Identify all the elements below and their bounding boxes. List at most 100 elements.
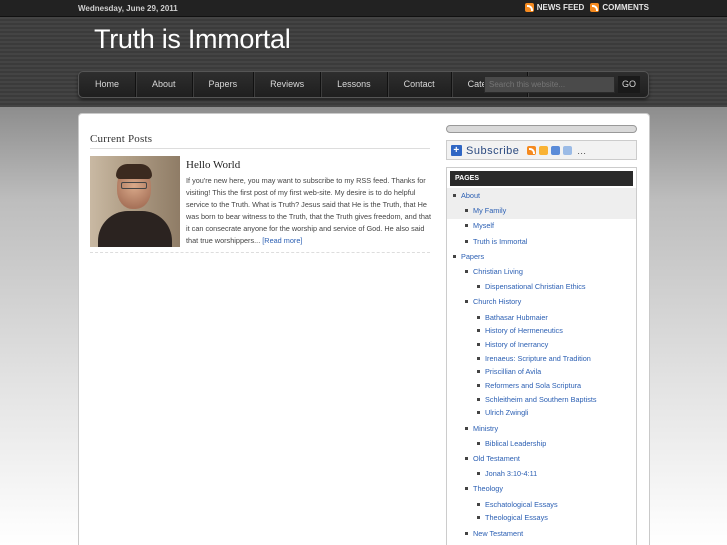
section-title: Current Posts [90, 133, 153, 145]
post-excerpt: If you're new here, you may want to subs… [186, 175, 432, 248]
page-link[interactable]: Church History [465, 295, 521, 308]
search-go-button[interactable]: GO [618, 76, 640, 93]
bullet-icon [477, 410, 480, 414]
subscribe-service-icons: ... [527, 146, 586, 156]
bullet-icon [477, 502, 480, 506]
nav-item-reviews[interactable]: Reviews [254, 72, 322, 97]
more-services: ... [577, 145, 587, 156]
page-link[interactable]: Dispensational Christian Ethics [477, 280, 586, 293]
page-link[interactable]: Schleitheim and Southern Baptists [477, 393, 597, 406]
bullet-icon [465, 486, 468, 490]
news-feed-link[interactable]: NEWS FEED [524, 3, 585, 12]
rss-icon [590, 3, 600, 12]
page-link-label: Priscillian of Avila [485, 367, 542, 376]
nav-item-home[interactable]: Home [79, 72, 137, 97]
page-link[interactable]: Bathasar Hubmaier [477, 311, 548, 324]
page-link-label: Theological Essays [485, 513, 548, 522]
bullet-icon [477, 315, 480, 319]
page-link-label: Bathasar Hubmaier [485, 313, 548, 322]
page-link[interactable]: New Testament [465, 527, 523, 540]
page-link-label: Irenaeus: Scripture and Tradition [485, 354, 591, 363]
post-divider [90, 252, 430, 253]
search-input[interactable] [484, 76, 615, 93]
page-link[interactable]: Theological Essays [477, 511, 548, 524]
page-link-label: Reformers and Sola Scriptura [485, 381, 582, 390]
page-link-label: About [461, 191, 481, 200]
bullet-icon [465, 223, 468, 227]
site-title[interactable]: Truth is Immortal [94, 24, 291, 55]
bullet-icon [477, 284, 480, 288]
bullet-icon [465, 208, 468, 212]
nav-item-about[interactable]: About [136, 72, 193, 97]
google-icon [563, 146, 573, 155]
page-link-label: Old Testament [473, 454, 520, 463]
page-link-label: Eschatological Essays [485, 500, 558, 509]
page-link[interactable]: Theology [465, 482, 503, 495]
page-link-label: Jonah 3:10-4:11 [485, 469, 538, 478]
page-link-label: Church History [473, 297, 522, 306]
bookmark-icon [551, 146, 561, 155]
page-link[interactable]: History of Inerrancy [477, 338, 548, 351]
bullet-icon [477, 515, 480, 519]
subscribe-widget: + Subscribe ... [446, 140, 637, 160]
bullet-icon [477, 328, 480, 332]
page-link[interactable]: Priscillian of Avila [477, 365, 541, 378]
bullet-icon [477, 356, 480, 360]
page-link-label: Papers [461, 252, 485, 261]
bullet-icon [465, 239, 468, 243]
comments-feed-link[interactable]: COMMENTS [590, 3, 649, 12]
page-link[interactable]: Papers [453, 250, 484, 263]
nav-item-contact[interactable]: Contact [388, 72, 452, 97]
post-title[interactable]: Hello World [186, 159, 240, 171]
post-excerpt-text: If you're new here, you may want to subs… [186, 176, 431, 246]
nav-items: Home About Papers Reviews Lessons Contac… [79, 72, 529, 97]
pages-header: PAGES [450, 171, 633, 186]
rss-icon [524, 3, 534, 12]
nav-item-lessons[interactable]: Lessons [321, 72, 388, 97]
bullet-icon [477, 471, 480, 475]
page-link-label: Schleitheim and Southern Baptists [485, 395, 597, 404]
page-link-label: Dispensational Christian Ethics [485, 282, 586, 291]
page-link-label: My Family [473, 206, 507, 215]
bullet-icon [477, 342, 480, 346]
nav-item-papers[interactable]: Papers [193, 72, 255, 97]
yahoo-icon [539, 146, 549, 155]
photo-glasses-shape [121, 182, 147, 189]
section-divider [90, 148, 430, 149]
plus-icon: + [451, 145, 462, 156]
author-photo[interactable] [90, 156, 180, 247]
bullet-icon [465, 426, 468, 430]
page-link-label: Myself [473, 221, 495, 230]
current-date: Wednesday, June 29, 2011 [78, 4, 178, 13]
page-link-label: Biblical Leadership [485, 439, 547, 448]
page-link-label: Theology [473, 484, 504, 493]
subscribe-button[interactable]: + Subscribe ... [451, 144, 586, 157]
bullet-icon [465, 299, 468, 303]
news-feed-label: NEWS FEED [536, 3, 585, 12]
page-link[interactable]: Eschatological Essays [477, 498, 558, 511]
page-link-label: History of Hermeneutics [485, 326, 563, 335]
bullet-icon [465, 456, 468, 460]
subscribe-label: Subscribe [466, 144, 520, 157]
page-link-label: New Testament [473, 529, 524, 538]
page-link[interactable]: Biblical Leadership [477, 437, 546, 450]
page-link[interactable]: History of Hermeneutics [477, 324, 563, 337]
page-link[interactable]: Truth is Immortal [465, 235, 527, 248]
page-link[interactable]: Jonah 3:10-4:11 [477, 467, 537, 480]
read-more-link[interactable]: [Read more] [262, 236, 302, 245]
page-link[interactable]: Myself [465, 219, 494, 232]
page-link[interactable]: Ulrich Zwingli [477, 406, 528, 419]
page-link-label: Ministry [473, 424, 499, 433]
page-link-label: Ulrich Zwingli [485, 408, 529, 417]
page-link[interactable]: Old Testament [465, 452, 520, 465]
page-link[interactable]: Irenaeus: Scripture and Tradition [477, 352, 591, 365]
page-link-label: Truth is Immortal [473, 237, 528, 246]
main-nav: Home About Papers Reviews Lessons Contac… [78, 71, 649, 98]
photo-hair-shape [116, 164, 152, 179]
page-link[interactable]: Reformers and Sola Scriptura [477, 379, 581, 392]
page-link[interactable]: About [453, 189, 480, 202]
page-link[interactable]: My Family [465, 204, 506, 217]
page-link[interactable]: Ministry [465, 422, 498, 435]
bullet-icon [465, 269, 468, 273]
page-link[interactable]: Christian Living [465, 265, 523, 278]
